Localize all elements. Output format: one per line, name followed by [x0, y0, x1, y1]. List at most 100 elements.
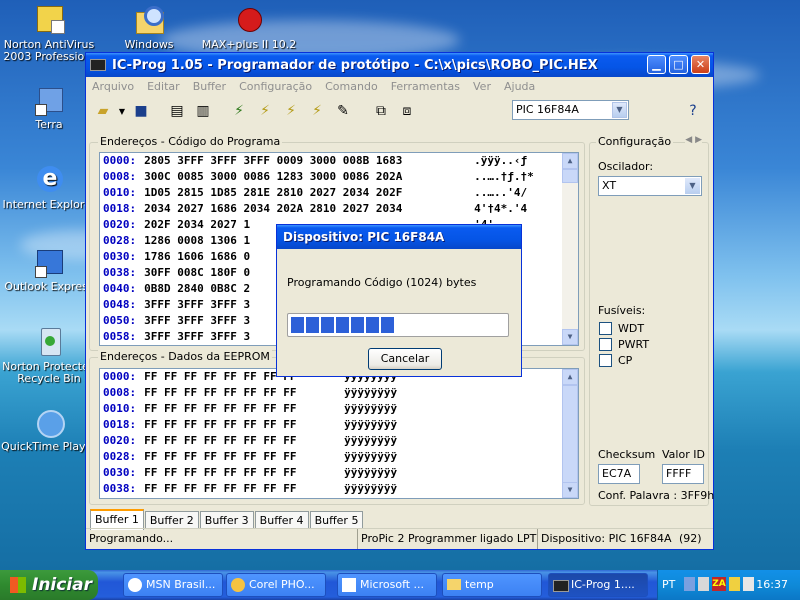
network-tray-icon[interactable] — [698, 577, 710, 591]
help-icon[interactable]: ? — [682, 100, 704, 122]
chevron-down-icon[interactable]: ▼ — [612, 102, 627, 118]
start-button[interactable]: Iniciar — [0, 570, 98, 600]
cancel-button[interactable]: Cancelar — [368, 348, 442, 370]
hex-row[interactable]: 0030: FF FF FF FF FF FF FF FF ÿÿÿÿÿÿÿÿ — [100, 465, 578, 481]
row-hex: FF FF FF FF FF FF FF FF — [144, 434, 297, 447]
menu-ajuda[interactable]: Ajuda — [504, 80, 535, 93]
task-temp[interactable]: temp — [442, 573, 542, 597]
desktop-icon-terra[interactable]: Terra — [1, 84, 97, 131]
menu-editar[interactable]: Editar — [147, 80, 180, 93]
desktop-icon-outlook-express[interactable]: Outlook Express — [1, 246, 97, 293]
window-right-icon[interactable]: ⧈ — [396, 100, 418, 122]
copy-chip-icon[interactable]: ▥ — [192, 100, 214, 122]
window-titlebar[interactable]: IC-Prog 1.05 - Programador de protótipo … — [86, 53, 713, 77]
fuse-label: PWRT — [618, 337, 650, 351]
desktop-icon-norton-antivirus[interactable]: Norton AntiVirus 2003 Professio... — [1, 4, 97, 63]
hex-row[interactable]: 0010: 1D05 2815 1D85 281E 2810 2027 2034 … — [100, 185, 578, 201]
fuse-cp-checkbox[interactable]: CP — [599, 352, 649, 368]
menu-buffer[interactable]: Buffer — [193, 80, 226, 93]
scroll-up-icon[interactable]: ▲ — [562, 153, 578, 169]
scroll-thumb[interactable] — [562, 169, 578, 183]
program-icon[interactable]: ⚡ — [228, 100, 250, 122]
tab-buffer-5[interactable]: Buffer 5 — [309, 511, 364, 529]
tab-buffer-1[interactable]: Buffer 1 — [90, 509, 144, 530]
menu-ferramentas[interactable]: Ferramentas — [391, 80, 460, 93]
oscillator-value: XT — [602, 179, 617, 192]
task-icprog[interactable]: IC-Prog 1.... — [548, 573, 648, 597]
desktop-icon-quicktime[interactable]: QuickTime Player — [1, 406, 97, 453]
scroll-thumb[interactable] — [562, 385, 578, 483]
task-corel[interactable]: Corel PHO... — [226, 573, 326, 597]
close-button[interactable]: ✕ — [691, 55, 710, 74]
config-nav-arrows-icon[interactable]: ◀ ▶ — [685, 135, 702, 145]
save-icon[interactable]: ■ — [130, 100, 152, 122]
window-title: IC-Prog 1.05 - Programador de protótipo … — [112, 57, 598, 73]
row-ascii: ..….†ƒ.†* — [474, 170, 534, 183]
eeprom-hex-view[interactable]: 0000:FF FF FF FF FF FF FF FFÿÿÿÿÿÿÿÿ0008… — [99, 368, 579, 499]
dropdown-arrow-icon[interactable]: ▼ — [118, 100, 126, 122]
window-left-icon[interactable]: ⧉ — [370, 100, 392, 122]
row-address: 0030: — [103, 250, 137, 263]
maximize-button[interactable]: □ — [669, 55, 688, 74]
hex-row[interactable]: 0028: FF FF FF FF FF FF FF FF ÿÿÿÿÿÿÿÿ — [100, 449, 578, 465]
minimize-button[interactable]: ▁ — [647, 55, 666, 74]
program-all-icon[interactable]: ⚡ — [254, 100, 276, 122]
desktop-icon-recycle-bin[interactable]: Norton Protected Recycle Bin — [1, 326, 97, 385]
row-ascii: ÿÿÿÿÿÿÿÿ — [344, 482, 398, 495]
progress-segment — [336, 317, 349, 333]
desktop-icon-maxplus[interactable]: MAX+plus II 10.2 — [201, 4, 297, 51]
desktop-icon-label: Terra — [35, 118, 63, 131]
volume-tray-icon[interactable] — [742, 577, 754, 591]
tab-buffer-3[interactable]: Buffer 3 — [199, 511, 254, 529]
menu-arquivo[interactable]: Arquivo — [92, 80, 134, 93]
row-address: 0010: — [103, 186, 137, 199]
task-label: IC-Prog 1.... — [571, 578, 635, 591]
menu-configuracao[interactable]: Configuração — [239, 80, 312, 93]
fuse-wdt-checkbox[interactable]: WDT — [599, 320, 649, 336]
checkbox-box[interactable] — [599, 337, 612, 351]
menu-ver[interactable]: Ver — [473, 80, 491, 93]
checkbox-box[interactable] — [599, 321, 612, 335]
tab-buffer-2[interactable]: Buffer 2 — [144, 511, 199, 529]
za-tray-icon[interactable]: ZA — [712, 577, 726, 591]
antivirus-tray-icon[interactable] — [728, 577, 740, 591]
task-msn[interactable]: MSN Brasil... — [123, 573, 223, 597]
hex-row[interactable]: 0008: 300C 0085 3000 0086 1283 3000 0086 … — [100, 169, 578, 185]
hex-row[interactable]: 0018: 2034 2027 1686 2034 202A 2810 2027 … — [100, 201, 578, 217]
eeprom-scrollbar[interactable]: ▲ ▼ — [562, 369, 578, 498]
hex-row[interactable]: 0008: FF FF FF FF FF FF FF FF ÿÿÿÿÿÿÿÿ — [100, 385, 578, 401]
dialog-titlebar[interactable]: Dispositivo: PIC 16F84A — [277, 225, 521, 249]
hex-row[interactable]: 0000: 2805 3FFF 3FFF 3FFF 0009 3000 008B … — [100, 153, 578, 169]
corel-icon — [231, 578, 245, 592]
hex-row[interactable]: 0020: FF FF FF FF FF FF FF FF ÿÿÿÿÿÿÿÿ — [100, 433, 578, 449]
tab-buffer-4[interactable]: Buffer 4 — [254, 511, 309, 529]
checkbox-box[interactable] — [599, 353, 612, 367]
scroll-down-icon[interactable]: ▼ — [562, 329, 578, 345]
read-chip-icon[interactable]: ▤ — [166, 100, 188, 122]
fuse-pwrt-checkbox[interactable]: PWRT — [599, 336, 649, 352]
erase-icon[interactable]: ⚡ — [306, 100, 328, 122]
status-count: (92) — [678, 532, 702, 545]
chevron-down-icon[interactable]: ▼ — [685, 178, 700, 194]
code-scrollbar[interactable]: ▲ ▼ — [562, 153, 578, 345]
scroll-up-icon[interactable]: ▲ — [562, 369, 578, 385]
open-folder-icon[interactable]: ▰ — [92, 100, 114, 122]
row-hex: FF FF FF FF FF FF FF FF — [144, 450, 297, 463]
desktop-icon-label: MAX+plus II 10.2 — [201, 38, 297, 51]
language-indicator[interactable]: PT — [662, 578, 675, 591]
scroll-down-icon[interactable]: ▼ — [562, 482, 578, 498]
id-field[interactable]: FFFF — [662, 464, 704, 484]
desktop-icon-internet-explorer[interactable]: e Internet Explorer — [1, 164, 97, 211]
blank-check-icon[interactable]: ✎ — [332, 100, 354, 122]
help-tray-icon[interactable] — [684, 577, 696, 591]
hex-row[interactable]: 0038: FF FF FF FF FF FF FF FF ÿÿÿÿÿÿÿÿ — [100, 481, 578, 497]
oscillator-select[interactable]: XT ▼ — [598, 176, 702, 196]
hex-row[interactable]: 0018: FF FF FF FF FF FF FF FF ÿÿÿÿÿÿÿÿ — [100, 417, 578, 433]
progress-segment — [366, 317, 379, 333]
menu-comando[interactable]: Comando — [325, 80, 378, 93]
hex-row[interactable]: 0010: FF FF FF FF FF FF FF FF ÿÿÿÿÿÿÿÿ — [100, 401, 578, 417]
device-select[interactable]: PIC 16F84A ▼ — [512, 100, 629, 120]
task-microsoft[interactable]: Microsoft ... — [337, 573, 437, 597]
verify-icon[interactable]: ⚡ — [280, 100, 302, 122]
row-address: 0010: — [103, 402, 137, 415]
